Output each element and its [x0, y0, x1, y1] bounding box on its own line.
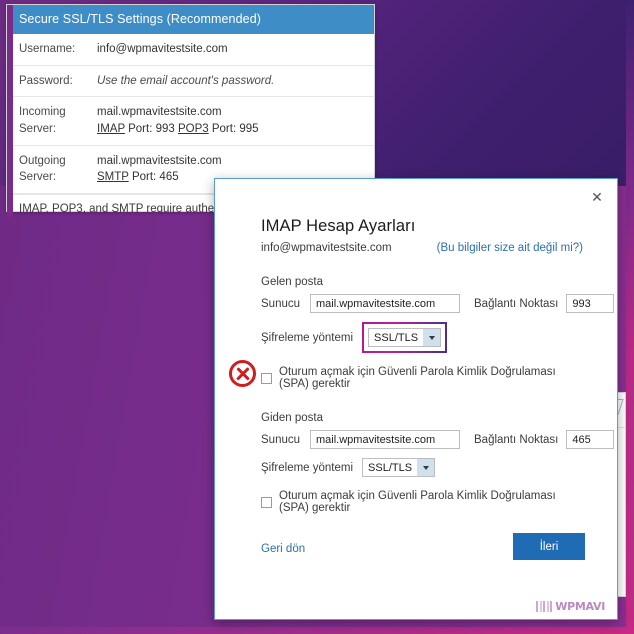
smtp-acronym: SMTP — [97, 171, 129, 184]
help-panel-header-text: Secure SSL/TLS Settings (Recommended) — [19, 12, 262, 26]
help-label-incoming-server: Incoming Server: — [19, 106, 66, 136]
error-cross-annotation-icon — [229, 360, 256, 387]
dialog-footer: Geri dön İleri WPMAVI — [215, 527, 617, 619]
next-button[interactable]: İleri — [513, 533, 585, 560]
incoming-server-row: Sunucu mail.wpmavitestsite.com Bağlantı … — [261, 294, 615, 313]
screen: Secure SSL/TLS Settings (Recommended) Us… — [0, 0, 634, 634]
incoming-host: mail.wpmavitestsite.com — [97, 106, 222, 119]
outgoing-port-label: Bağlantı Noktası — [474, 433, 559, 446]
smtp-port: Port: 465 — [128, 171, 179, 184]
outgoing-server-value: mail.wpmavitestsite.com — [316, 433, 436, 446]
incoming-port-label: Bağlantı Noktası — [474, 297, 559, 310]
incoming-port-value: 993 — [572, 297, 591, 310]
help-row-username: Username: info@wpmavitestsite.com — [7, 34, 374, 66]
outgoing-server-label: Sunucu — [261, 433, 301, 446]
page-title: IMAP Hesap Ayarları — [261, 217, 416, 235]
incoming-server-input[interactable]: mail.wpmavitestsite.com — [310, 294, 460, 313]
help-row-incoming-server: Incoming Server: mail.wpmavitestsite.com … — [7, 97, 374, 146]
outgoing-encryption-label: Şifreleme yöntemi — [261, 461, 354, 474]
incoming-encryption-label: Şifreleme yöntemi — [261, 331, 354, 344]
panel-accent-strip — [7, 5, 13, 217]
back-button[interactable]: Geri dön — [261, 543, 305, 555]
outgoing-encryption-select[interactable]: SSL/TLS — [362, 458, 436, 477]
help-value-username: info@wpmavitestsite.com — [97, 43, 228, 55]
dialog-body: IMAP Hesap Ayarları info@wpmavitestsite.… — [215, 179, 617, 514]
incoming-encryption-select[interactable]: SSL/TLS — [368, 328, 442, 347]
incoming-encryption-row: Şifreleme yöntemi SSL/TLS — [261, 322, 583, 353]
account-subheader: info@wpmavitestsite.com (Bu bilgiler siz… — [261, 242, 583, 254]
outgoing-mail-section: Giden posta Sunucu mail.wpmavitestsite.c… — [261, 412, 615, 514]
outgoing-server-row: Sunucu mail.wpmavitestsite.com Bağlantı … — [261, 430, 615, 449]
help-row-password: Password: Use the email account's passwo… — [7, 66, 374, 98]
close-icon[interactable]: ✕ — [581, 183, 613, 211]
incoming-port-input[interactable]: 993 — [566, 294, 615, 313]
incoming-spa-checkbox[interactable] — [261, 372, 272, 384]
not-your-info-link[interactable]: (Bu bilgiler size ait değil mi?) — [437, 242, 583, 254]
incoming-section-title: Gelen posta — [261, 276, 324, 288]
outgoing-section-title: Giden posta — [261, 412, 324, 424]
chevron-down-icon[interactable] — [417, 459, 435, 476]
help-label-outgoing-server: Outgoing Server: — [19, 154, 66, 184]
outgoing-encryption-row: Şifreleme yöntemi SSL/TLS — [261, 458, 583, 477]
account-email: info@wpmavitestsite.com — [261, 242, 392, 254]
background-bottom-edge — [0, 627, 634, 634]
incoming-encryption-highlight: SSL/TLS — [362, 322, 448, 353]
outgoing-spa-label: Oturum açmak için Güvenli Parola Kimlik … — [279, 490, 556, 514]
outgoing-spa-row: Oturum açmak için Güvenli Parola Kimlik … — [261, 490, 583, 514]
background-right-edge — [626, 0, 634, 634]
imap-acronym: IMAP — [97, 123, 125, 136]
help-label-username: Username: — [19, 43, 76, 55]
imap-port: Port: 993 — [124, 123, 178, 136]
outgoing-server-input[interactable]: mail.wpmavitestsite.com — [310, 430, 460, 449]
help-panel-header: Secure SSL/TLS Settings (Recommended) — [7, 5, 374, 34]
outgoing-port-value: 465 — [572, 433, 591, 446]
incoming-encryption-value: SSL/TLS — [374, 331, 419, 344]
help-value-incoming-server: mail.wpmavitestsite.com IMAP Port: 993 P… — [97, 104, 362, 137]
close-icon-glyph: ✕ — [591, 188, 603, 205]
incoming-server-label: Sunucu — [261, 297, 301, 310]
help-value-password: Use the email account's password. — [97, 74, 275, 87]
help-label-password: Password: — [19, 74, 73, 87]
pop3-port: Port: 995 — [208, 123, 259, 136]
outgoing-host: mail.wpmavitestsite.com — [97, 154, 222, 167]
imap-account-settings-dialog: ✕ IMAP Hesap Ayarları info@wpmavitestsit… — [214, 178, 618, 620]
incoming-spa-row: Oturum açmak için Güvenli Parola Kimlik … — [229, 360, 583, 390]
wpmavi-bars-icon — [536, 601, 553, 612]
wpmavi-watermark-text: WPMAVI — [555, 600, 605, 613]
wpmavi-watermark: WPMAVI — [536, 600, 605, 613]
outgoing-encryption-value: SSL/TLS — [368, 461, 413, 474]
chevron-down-icon[interactable] — [423, 329, 441, 346]
pop3-acronym: POP3 — [177, 123, 209, 136]
outgoing-spa-checkbox[interactable] — [261, 496, 272, 508]
incoming-mail-section: Gelen posta Sunucu mail.wpmavitestsite.c… — [229, 276, 615, 390]
incoming-spa-label: Oturum açmak için Güvenli Parola Kimlik … — [279, 366, 556, 390]
incoming-server-value: mail.wpmavitestsite.com — [316, 297, 436, 310]
outgoing-port-input[interactable]: 465 — [566, 430, 615, 449]
